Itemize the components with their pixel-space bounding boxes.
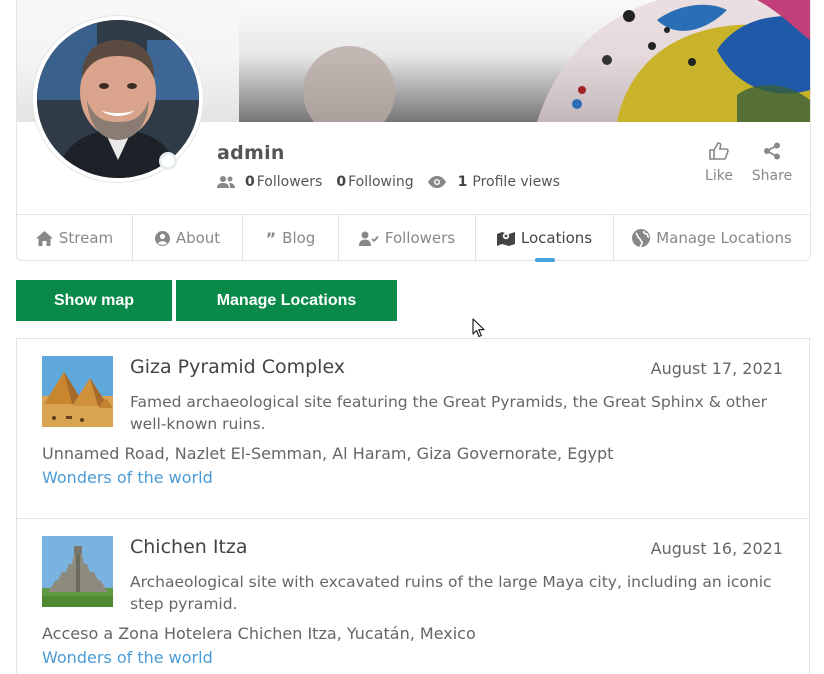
location-category-link[interactable]: Wonders of the world — [42, 468, 213, 487]
profile-tabs: Stream About ” Blog Followers Locations — [17, 214, 810, 262]
eye-icon — [427, 176, 446, 188]
tab-manage-locations[interactable]: Manage Locations — [614, 215, 810, 261]
location-title[interactable]: Chichen Itza — [130, 536, 248, 558]
following-stat[interactable]: 0 Following — [336, 174, 413, 190]
user-check-icon — [358, 231, 379, 246]
locations-list: Giza Pyramid Complex August 17, 2021 Fam… — [16, 338, 810, 674]
share-button[interactable]: Share — [747, 142, 797, 184]
like-button[interactable]: Like — [694, 142, 744, 184]
user-circle-icon — [154, 230, 170, 246]
share-icon — [747, 142, 797, 162]
tab-followers[interactable]: Followers — [339, 215, 476, 261]
location-date: August 16, 2021 — [650, 539, 783, 558]
profile-card: admin 0 Followers 0 Following 1 Profile … — [16, 0, 811, 262]
globe-icon — [632, 229, 651, 247]
profile-stats: 0 Followers 0 Following 1 Profile views — [217, 174, 574, 190]
show-map-button[interactable]: Show map — [16, 280, 172, 321]
location-address: Acceso a Zona Hotelera Chichen Itza, Yuc… — [42, 624, 476, 643]
location-category-link[interactable]: Wonders of the world — [42, 648, 213, 667]
tab-about[interactable]: About — [133, 215, 243, 261]
users-icon — [217, 175, 235, 189]
location-description: Famed archaeological site featuring the … — [130, 393, 768, 433]
location-description: Archaeological site with excavated ruins… — [130, 573, 772, 613]
home-icon — [35, 230, 53, 246]
location-address: Unnamed Road, Nazlet El-Semman, Al Haram… — [42, 444, 614, 463]
location-thumbnail[interactable] — [42, 356, 113, 427]
list-item: Chichen Itza August 16, 2021 Archaeologi… — [17, 518, 809, 674]
manage-locations-button[interactable]: Manage Locations — [176, 280, 397, 321]
location-title[interactable]: Giza Pyramid Complex — [130, 356, 345, 378]
map-marker-icon — [496, 230, 515, 246]
profile-username: admin — [217, 142, 285, 164]
location-date: August 17, 2021 — [650, 359, 783, 378]
tab-locations[interactable]: Locations — [476, 215, 614, 262]
thumbs-up-icon — [694, 142, 744, 162]
profile-views-stat: 1 Profile views — [427, 174, 560, 190]
tab-stream[interactable]: Stream — [17, 215, 133, 261]
location-thumbnail[interactable] — [42, 536, 113, 607]
online-status-indicator — [159, 152, 177, 170]
followers-stat[interactable]: 0 Followers — [217, 174, 322, 190]
tab-blog[interactable]: ” Blog — [243, 215, 339, 261]
list-item: Giza Pyramid Complex August 17, 2021 Fam… — [17, 339, 809, 519]
avatar[interactable] — [33, 16, 203, 182]
quote-icon: ” — [265, 228, 277, 248]
